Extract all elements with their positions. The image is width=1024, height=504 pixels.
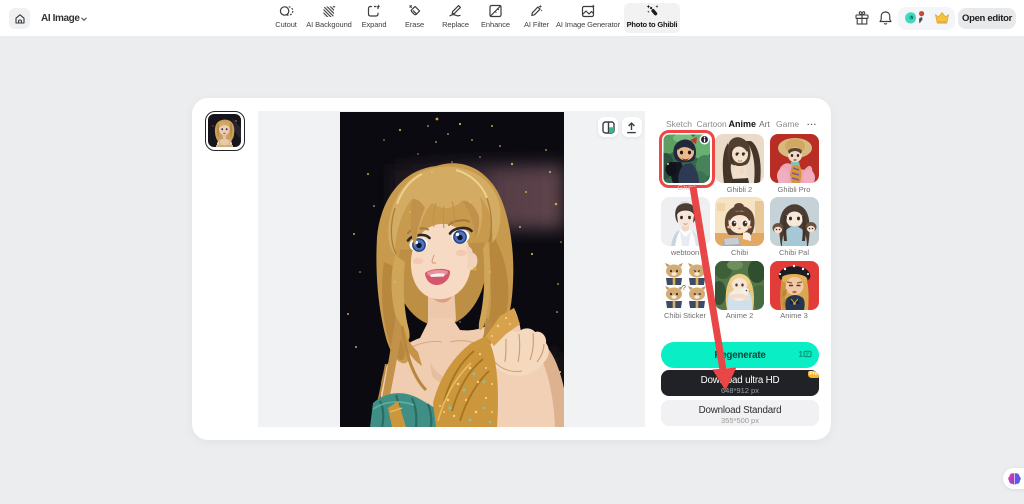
- svg-text:?: ?: [682, 285, 686, 292]
